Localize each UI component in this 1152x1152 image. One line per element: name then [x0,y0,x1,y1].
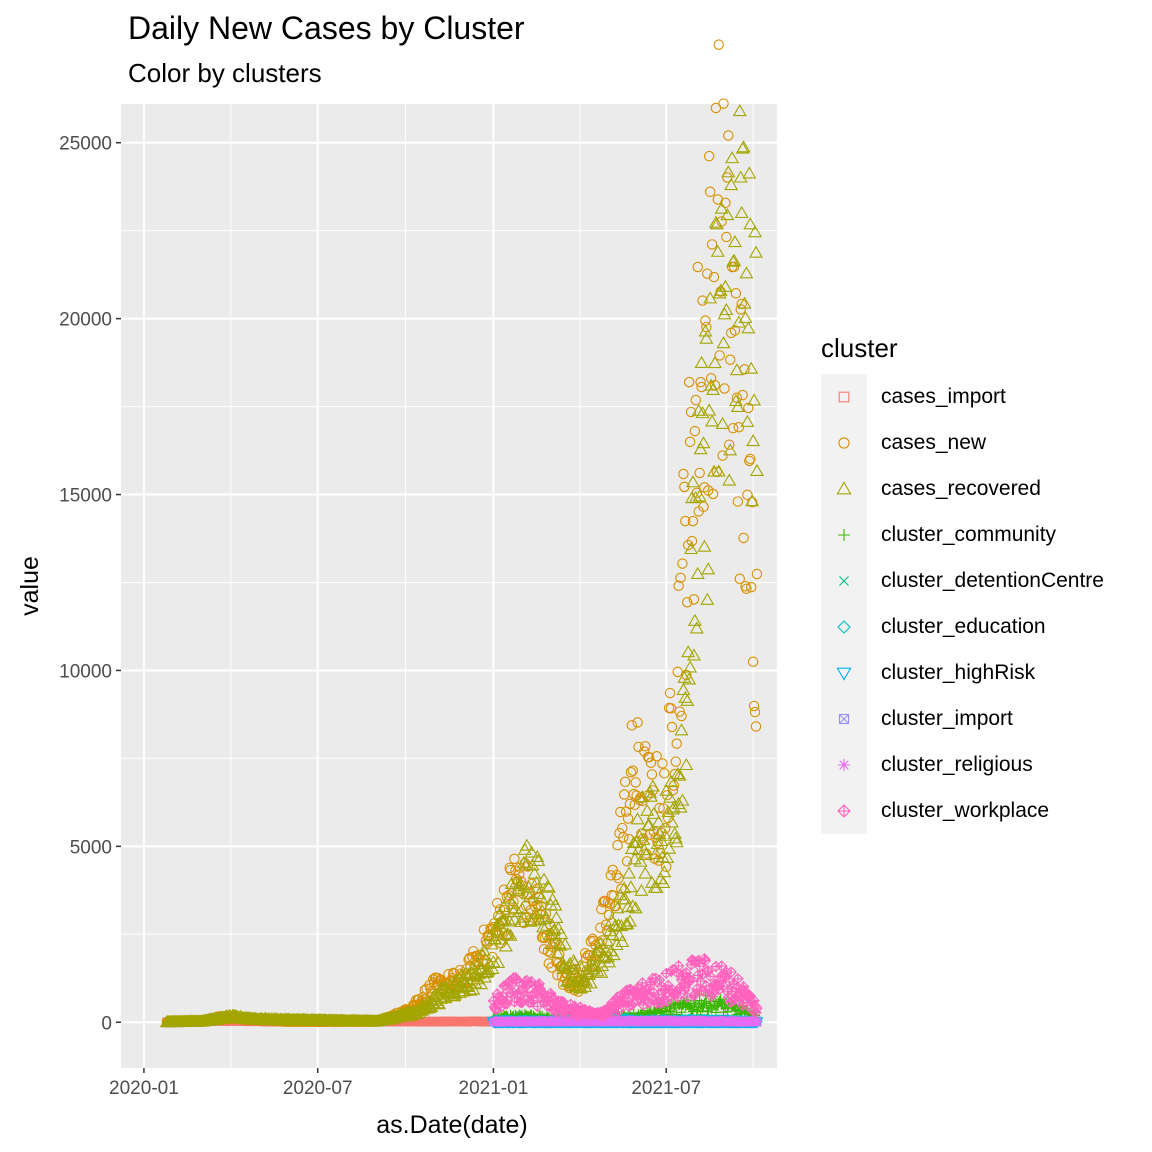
legend: cluster cases_import cases_new cases_recov… [821,333,1104,834]
legend-symbol [838,529,850,541]
legend-label: cluster_import [881,707,1013,730]
y-axis: 0 5000 10000 15000 20000 25000 [59,134,121,1034]
legend-symbol [837,620,851,634]
x-tick-label: 2021-01 [459,1078,529,1099]
y-axis-title: value [16,556,44,616]
circle-open-icon [821,420,867,466]
cross-icon [821,558,867,604]
legend-label: cases_import [881,385,1006,408]
legend-item-cluster_religious: cluster_religious [821,742,1104,788]
legend-item-cluster_highRisk: cluster_highRisk [821,650,1104,696]
legend-label: cluster_religious [881,753,1033,776]
legend-label: cluster_workplace [881,799,1050,822]
legend-label: cluster_detentionCentre [881,569,1104,592]
legend-item-cluster_import: cluster_import [821,696,1104,742]
legend-item-cases_new: cases_new [821,420,1104,466]
diamond-open-icon [821,604,867,650]
legend-label: cluster_community [881,523,1057,546]
legend-symbol [838,391,850,403]
legend-symbol [837,804,851,818]
legend-symbol [838,759,850,771]
y-tick-label: 10000 [59,661,112,682]
asterisk-icon [821,742,867,788]
data-point [713,39,724,50]
series-cluster_religious [488,1015,762,1027]
plus-icon [821,512,867,558]
triangle-down-open-icon [821,650,867,696]
legend-symbol [838,437,850,449]
square-open-icon [821,374,867,420]
y-tick-label: 0 [101,1013,112,1034]
y-tick-label: 25000 [59,134,112,155]
triangle-open-icon [821,466,867,512]
legend-item-cluster_community: cluster_community [821,512,1104,558]
legend-label: cases_new [881,431,987,454]
x-tick-label: 2020-01 [109,1078,179,1099]
legend-title: cluster [821,333,898,363]
diamond-plus-icon [821,788,867,834]
legend-symbol [839,576,849,586]
legend-item-cluster_education: cluster_education [821,604,1104,650]
panel-background [121,104,777,1068]
legend-item-cases_import: cases_import [821,374,1104,420]
legend-symbol [836,667,852,681]
y-tick-label: 20000 [59,310,112,331]
data-point [751,1016,762,1027]
x-axis: 2020-01 2020-07 2021-01 2021-07 [109,1068,701,1099]
legend-item-cases_recovered: cases_recovered [821,466,1104,512]
square-cross-icon [821,696,867,742]
x-axis-title: as.Date(date) [376,1111,527,1139]
y-tick-label: 15000 [59,486,112,507]
x-tick-label: 2021-07 [631,1078,701,1099]
x-tick-label: 2020-07 [283,1078,353,1099]
legend-label: cluster_education [881,615,1046,638]
legend-label: cases_recovered [881,477,1041,500]
legend-symbol [838,713,850,725]
legend-items: cases_import cases_new cases_recoveredclus… [821,374,1104,834]
y-tick-label: 5000 [70,837,112,858]
legend-symbol [836,481,852,495]
legend-item-cluster_workplace: cluster_workplace [821,788,1104,834]
legend-item-cluster_detentionCentre: cluster_detentionCentre [821,558,1104,604]
legend-label: cluster_highRisk [881,661,1036,684]
